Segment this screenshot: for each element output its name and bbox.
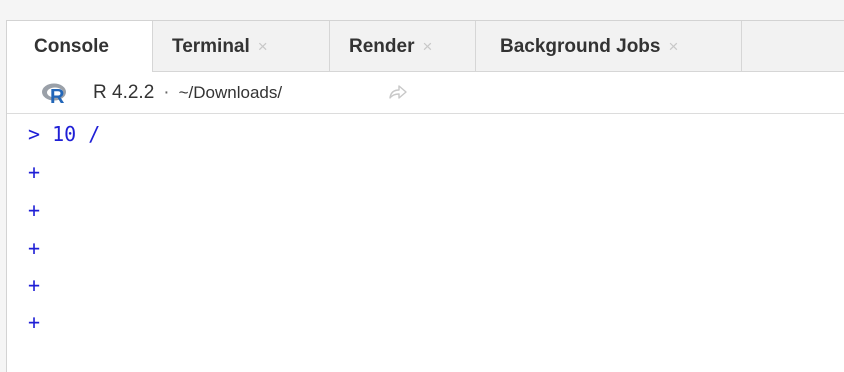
tab-label: Terminal [172, 35, 250, 57]
tab-terminal[interactable]: Terminal × [153, 21, 330, 72]
console-line: > 10 / [28, 122, 100, 146]
prompt: + [28, 198, 41, 222]
prompt: + [28, 236, 41, 260]
close-icon[interactable]: × [258, 37, 268, 57]
prompt: > [28, 122, 41, 146]
tab-label: Background Jobs [500, 35, 661, 57]
console-line: + [28, 273, 40, 297]
r-version: R 4.2.2 [93, 82, 155, 103]
console-input: 10 / [40, 122, 101, 146]
tab-label: Render [349, 35, 415, 57]
go-to-directory-icon[interactable] [388, 84, 408, 100]
close-icon[interactable]: × [422, 37, 432, 57]
prompt: + [28, 310, 41, 334]
tab-console[interactable]: Console [7, 21, 153, 72]
separator: · [163, 82, 170, 103]
tab-background-jobs[interactable]: Background Jobs × [476, 21, 742, 72]
working-directory[interactable]: ~/Downloads/ [179, 83, 282, 102]
tab-render[interactable]: Render × [330, 21, 476, 72]
console-pane: Console Terminal × Render × Background J… [6, 20, 844, 372]
console-toolbar: R R 4.2.2 · ~/Downloads/ [7, 72, 844, 114]
console-line: + [28, 236, 40, 260]
tab-label: Console [34, 35, 109, 57]
console-line: + [28, 160, 40, 184]
r-logo-icon: R [42, 83, 66, 105]
console-line: + [28, 198, 40, 222]
r-version-info: R 4.2.2 · ~/Downloads/ [93, 81, 282, 105]
prompt: + [28, 273, 41, 297]
console-output[interactable]: > 10 / + + + + + [7, 114, 844, 372]
prompt: + [28, 160, 41, 184]
svg-text:R: R [50, 86, 65, 105]
console-line: + [28, 310, 40, 334]
close-icon[interactable]: × [668, 37, 678, 57]
pane-tab-bar: Console Terminal × Render × Background J… [7, 21, 844, 72]
